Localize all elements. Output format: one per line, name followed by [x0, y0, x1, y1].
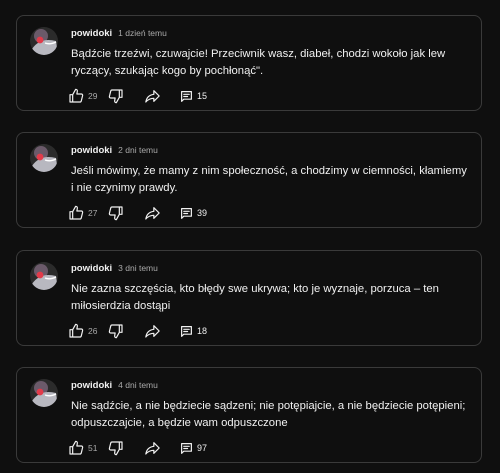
avatar[interactable]	[30, 379, 58, 407]
author-name[interactable]: powidoki	[71, 263, 112, 274]
thumbs-up-icon	[69, 88, 84, 103]
comment-icon	[181, 442, 192, 454]
thumbs-down-icon	[108, 89, 123, 104]
post-time[interactable]: 1 dzień temu	[118, 28, 167, 38]
share-button[interactable]	[144, 440, 180, 456]
reply-count: 18	[197, 326, 208, 336]
dislike-button[interactable]	[108, 323, 144, 339]
share-arrow-icon	[145, 90, 160, 103]
share-button[interactable]	[144, 205, 180, 221]
like-count: 26	[88, 326, 98, 336]
post-actions: 29 15	[68, 87, 207, 105]
post-time[interactable]: 2 dni temu	[118, 145, 158, 155]
like-button[interactable]: 29	[68, 88, 108, 104]
author-name[interactable]: powidoki	[71, 28, 112, 39]
dislike-button[interactable]	[108, 88, 144, 104]
community-post: powidoki 4 dni temu Nie sądźcie, a nie b…	[16, 367, 482, 463]
community-post: powidoki 3 dni temu Nie zazna szczęścia,…	[16, 250, 482, 346]
comment-icon	[181, 207, 192, 219]
share-arrow-icon	[145, 442, 160, 455]
community-post: powidoki 1 dzień temu Bądźcie trzeźwi, c…	[16, 15, 482, 111]
replies-button[interactable]: 15	[180, 90, 207, 103]
replies-button[interactable]: 39	[180, 207, 207, 220]
share-arrow-icon	[145, 207, 160, 220]
post-actions: 26 18	[68, 322, 207, 340]
share-arrow-icon	[145, 325, 160, 338]
comment-icon	[181, 325, 192, 337]
post-text: Jeśli mówimy, że mamy z nim społeczność,…	[71, 165, 467, 194]
thumbs-down-icon	[108, 441, 123, 456]
thumbs-up-icon	[69, 440, 84, 455]
avatar[interactable]	[30, 144, 58, 172]
author-name[interactable]: powidoki	[71, 380, 112, 391]
thumbs-down-icon	[108, 206, 123, 221]
reply-count: 15	[197, 91, 208, 101]
replies-button[interactable]: 18	[180, 325, 207, 338]
thumbs-down-icon	[108, 324, 123, 339]
replies-button[interactable]: 97	[180, 442, 207, 455]
dislike-button[interactable]	[108, 205, 144, 221]
post-text: Bądźcie trzeźwi, czuwajcie! Przeciwnik w…	[71, 48, 446, 77]
post-time[interactable]: 4 dni temu	[118, 380, 158, 390]
comment-icon	[181, 90, 192, 102]
community-feed: powidoki 1 dzień temu Bądźcie trzeźwi, c…	[0, 0, 500, 473]
like-count: 29	[88, 91, 98, 101]
like-button[interactable]: 27	[68, 205, 108, 221]
like-count: 27	[88, 208, 98, 218]
thumbs-up-icon	[69, 323, 84, 338]
dislike-button[interactable]	[108, 440, 144, 456]
reply-count: 39	[197, 208, 208, 218]
avatar[interactable]	[30, 262, 58, 290]
post-time[interactable]: 3 dni temu	[118, 263, 158, 273]
like-button[interactable]: 51	[68, 440, 108, 456]
community-post: powidoki 2 dni temu Jeśli mówimy, że mam…	[16, 132, 482, 228]
avatar[interactable]	[30, 27, 58, 55]
post-text: Nie zazna szczęścia, kto błędy swe ukryw…	[71, 283, 439, 312]
post-actions: 51 97	[68, 439, 207, 457]
thumbs-up-icon	[69, 205, 84, 220]
reply-count: 97	[197, 443, 208, 453]
post-actions: 27 39	[68, 204, 207, 222]
share-button[interactable]	[144, 323, 180, 339]
like-button[interactable]: 26	[68, 323, 108, 339]
like-count: 51	[88, 443, 98, 453]
post-text: Nie sądźcie, a nie będziecie sądzeni; ni…	[71, 400, 466, 429]
author-name[interactable]: powidoki	[71, 145, 112, 156]
share-button[interactable]	[144, 88, 180, 104]
